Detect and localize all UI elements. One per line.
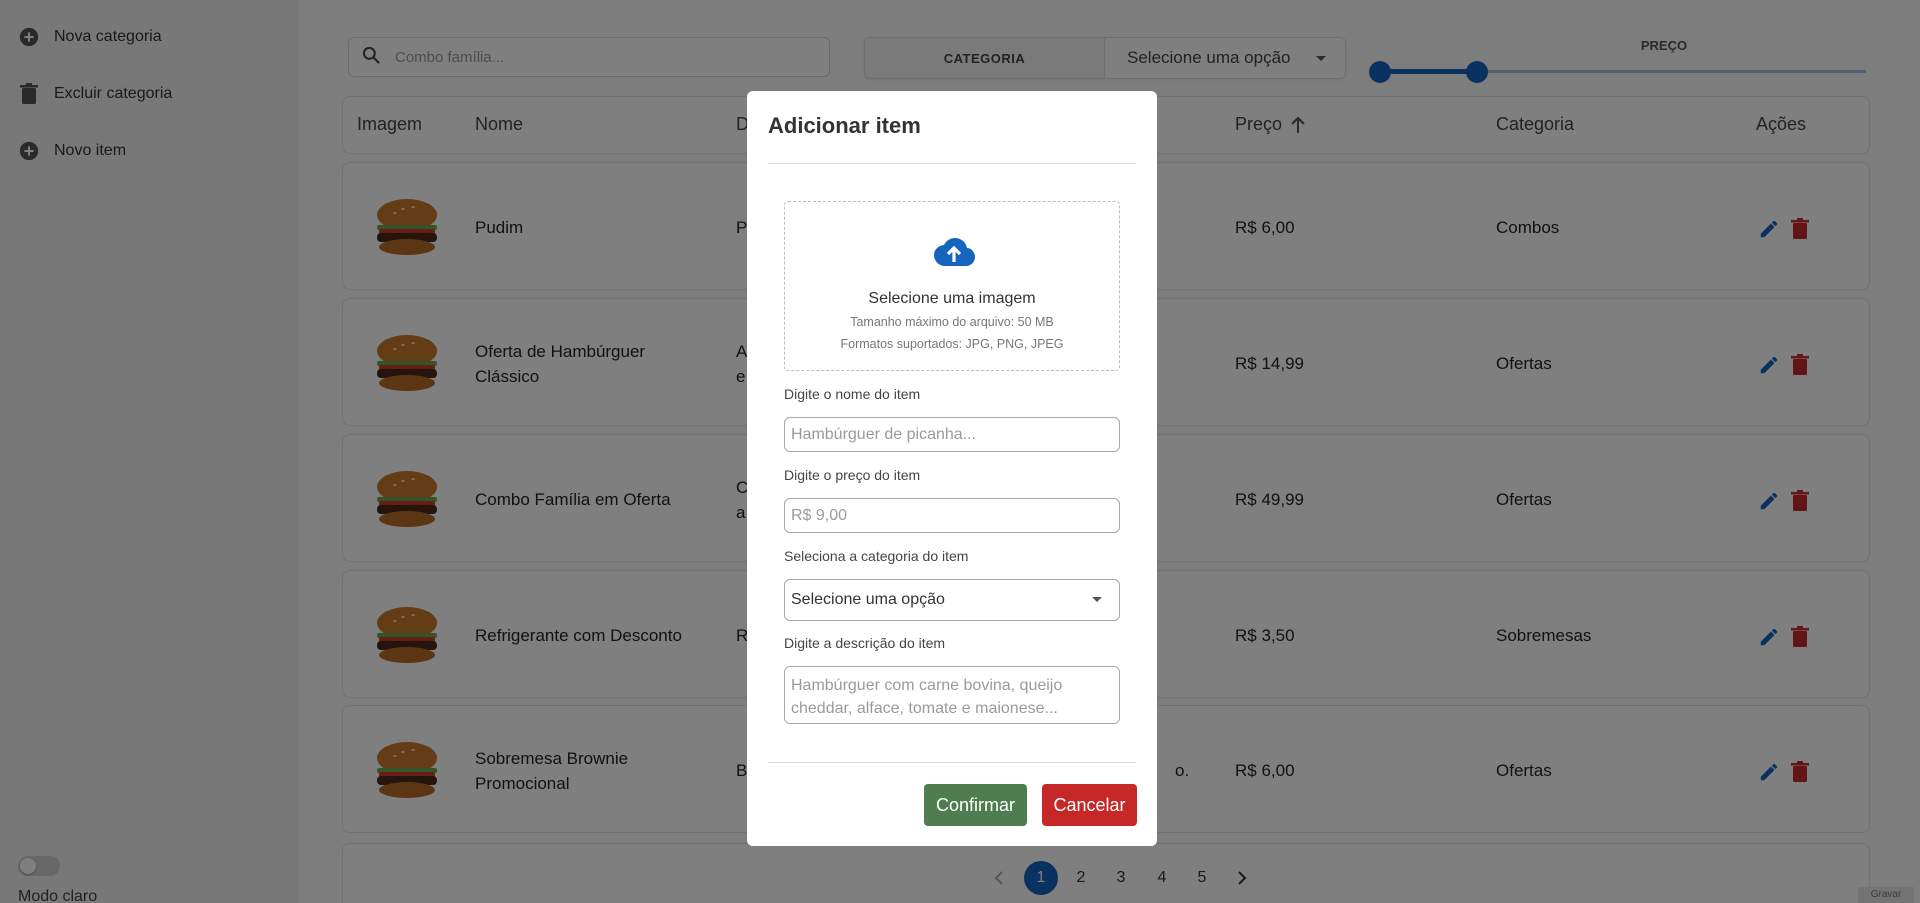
- category-select-value: Selecione uma opção: [791, 591, 945, 608]
- description-field-label: Digite a descrição do item: [784, 635, 946, 651]
- upload-max-size: Tamanho máximo do arquivo: 50 MB: [850, 315, 1054, 329]
- modal-title: Adicionar item: [768, 113, 921, 138]
- name-field[interactable]: [784, 417, 1120, 452]
- description-field[interactable]: [784, 666, 1120, 724]
- divider: [768, 163, 1136, 164]
- cancel-button[interactable]: Cancelar: [1042, 784, 1137, 826]
- name-field-label: Digite o nome do item: [784, 386, 921, 402]
- upload-formats: Formatos suportados: JPG, PNG, JPEG: [840, 337, 1064, 351]
- category-select[interactable]: Selecione uma opção: [784, 579, 1120, 621]
- price-field-label: Digite o preço do item: [784, 467, 921, 483]
- caret-down-icon: [1091, 591, 1103, 609]
- image-dropzone[interactable]: Selecione uma imagem Tamanho máximo do a…: [784, 201, 1120, 371]
- category-field-label: Seleciona a categoria do item: [784, 548, 969, 564]
- upload-title: Selecione uma imagem: [868, 290, 1036, 307]
- confirm-button[interactable]: Confirmar: [924, 784, 1027, 826]
- cloud-upload-icon: [932, 236, 976, 273]
- price-field[interactable]: [784, 498, 1120, 533]
- add-item-modal: Adicionar item Selecione uma imagem Tama…: [747, 91, 1157, 846]
- divider: [768, 762, 1136, 763]
